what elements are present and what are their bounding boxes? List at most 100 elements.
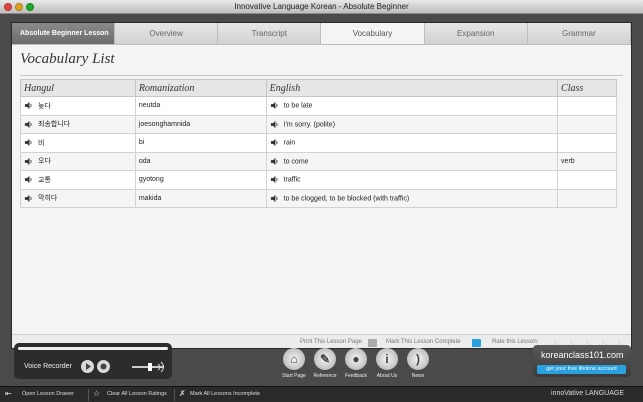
rss-icon: )	[407, 348, 429, 370]
speaker-icon[interactable]	[24, 157, 33, 166]
speaker-icon[interactable]	[270, 175, 279, 184]
status-bar: ⇤ Open Lesson Drawer ☆ Clear All Lesson …	[0, 386, 643, 402]
brand-site-name[interactable]: koreanclass101.com	[541, 350, 624, 360]
tab-bar: Absolute Beginner Lesson 15 Overview Tra…	[12, 23, 632, 59]
table-row: 늦다 neutda to be late	[20, 96, 617, 116]
hangul-text: 늦다	[38, 102, 51, 110]
zoom-window-button[interactable]	[26, 3, 34, 11]
tab-overview[interactable]: Overview	[115, 23, 219, 44]
print-lesson-link[interactable]: Print This Lesson Page	[300, 339, 362, 345]
pen-icon: ✎	[314, 348, 336, 370]
open-lesson-drawer-button[interactable]: Open Lesson Drawer	[22, 391, 74, 397]
free-account-button[interactable]: get your free lifetime account	[537, 365, 626, 374]
table-row: 비 bi rain	[20, 133, 617, 153]
volume-slider-knob[interactable]	[148, 363, 152, 371]
brand-box: koreanclass101.com get your free lifetim…	[533, 345, 631, 377]
about-us-button[interactable]: i About Us	[372, 348, 402, 379]
romanization-cell: oda	[134, 151, 267, 171]
class-cell	[557, 96, 617, 116]
english-text: to be clogged, to be blocked (with traff…	[283, 195, 410, 203]
start-page-button[interactable]: ⌂ Start Page	[279, 348, 309, 379]
lesson-panel: Absolute Beginner Lesson 15 Overview Tra…	[11, 22, 632, 353]
table-header-row: Hangul Romanization English Class	[20, 79, 617, 97]
status-divider	[88, 389, 89, 401]
english-cell: to come	[265, 151, 559, 171]
speaker-icon[interactable]	[24, 138, 33, 147]
tab-vocabulary[interactable]: Vocabulary	[321, 23, 425, 44]
minimize-window-button[interactable]	[15, 3, 23, 11]
lesson-title-tab: Absolute Beginner Lesson 15	[12, 23, 115, 59]
rate-lesson-label: Rate this Lesson:	[492, 339, 539, 345]
class-cell	[557, 188, 617, 208]
drawer-icon[interactable]: ⇤	[5, 389, 12, 398]
hangul-cell: 교통	[20, 170, 136, 190]
clear-ratings-button[interactable]: Clear All Lesson Ratings	[107, 391, 167, 397]
english-text: to be late	[283, 102, 313, 110]
speaker-icon[interactable]	[270, 101, 279, 110]
news-button[interactable]: ) News	[403, 348, 433, 379]
english-text: traffic	[283, 176, 301, 184]
english-text: rain	[283, 139, 296, 147]
play-button[interactable]	[81, 360, 94, 373]
mark-complete-link[interactable]: Mark This Lesson Complete	[386, 339, 461, 345]
feedback-button[interactable]: ● Feedback	[341, 348, 371, 379]
status-divider	[174, 389, 175, 401]
close-window-button[interactable]	[4, 3, 12, 11]
english-cell: I'm sorry. (polite)	[265, 114, 559, 134]
title-bar: Innovative Language Korean - Absolute Be…	[0, 0, 643, 14]
hangul-text: 오다	[38, 158, 51, 166]
speaker-icon[interactable]	[270, 157, 279, 166]
innovative-language-logo: innoVative LANGUAGE	[551, 390, 625, 397]
table-row: 막히다 makida to be clogged, to be blocked (w…	[20, 188, 617, 208]
romanization-cell: joesonghamnida	[134, 114, 267, 134]
speaker-icon[interactable]	[24, 194, 33, 203]
x-mark-icon[interactable]: ✗	[179, 389, 186, 398]
checkbox-icon[interactable]	[472, 339, 481, 347]
info-icon: i	[376, 348, 398, 370]
voice-recorder-label: Voice Recorder	[24, 363, 72, 370]
voice-recorder: Voice Recorder	[14, 343, 172, 379]
speaker-icon[interactable]	[24, 175, 33, 184]
printer-icon[interactable]	[368, 339, 377, 347]
reference-label: Reference	[313, 373, 337, 379]
hangul-text: 죄송합니다	[38, 121, 71, 129]
start-page-label: Start Page	[282, 373, 306, 379]
english-text: to come	[283, 158, 309, 166]
play-icon	[86, 363, 91, 370]
romanization-cell: makida	[134, 188, 267, 208]
mark-incomplete-button[interactable]: Mark All Lessons Incomplete	[190, 391, 260, 397]
speech-bubble-icon: ●	[345, 348, 367, 370]
hangul-cell: 비	[20, 133, 136, 153]
table-row: 오다 oda to come verb	[20, 151, 617, 171]
class-cell: verb	[557, 151, 617, 171]
navigation-buttons: ⌂ Start Page ✎ Reference ● Feedback i Ab…	[279, 348, 434, 384]
speaker-icon[interactable]	[24, 101, 33, 110]
stop-button[interactable]	[97, 360, 110, 373]
hangul-text: 막히다	[38, 195, 58, 203]
home-icon: ⌂	[283, 348, 305, 370]
star-icon[interactable]: ☆	[93, 389, 100, 398]
about-us-label: About Us	[376, 373, 398, 379]
tab-expansion[interactable]: Expansion	[424, 23, 528, 44]
romanization-cell: neutda	[134, 96, 267, 116]
volume-icon	[157, 361, 164, 373]
record-icon	[100, 363, 107, 370]
speaker-icon[interactable]	[270, 120, 279, 129]
romanization-cell: gyotong	[134, 170, 267, 190]
class-cell	[557, 133, 617, 153]
reference-button[interactable]: ✎ Reference	[310, 348, 340, 379]
vocabulary-table: Hangul Romanization English Class 늦다 neut…	[20, 79, 617, 208]
tab-transcript[interactable]: Transcript	[218, 23, 322, 44]
class-cell	[557, 114, 617, 134]
speaker-icon[interactable]	[24, 120, 33, 129]
hangul-cell: 오다	[20, 151, 136, 171]
column-header-class: Class	[557, 79, 617, 97]
column-header-english: English	[265, 79, 559, 97]
speaker-icon[interactable]	[270, 138, 279, 147]
class-cell	[557, 170, 617, 190]
english-cell: traffic	[265, 170, 559, 190]
tab-grammar[interactable]: Grammar	[527, 23, 632, 44]
hangul-text: 교통	[38, 176, 51, 184]
column-header-hangul: Hangul	[20, 79, 136, 97]
speaker-icon[interactable]	[270, 194, 279, 203]
